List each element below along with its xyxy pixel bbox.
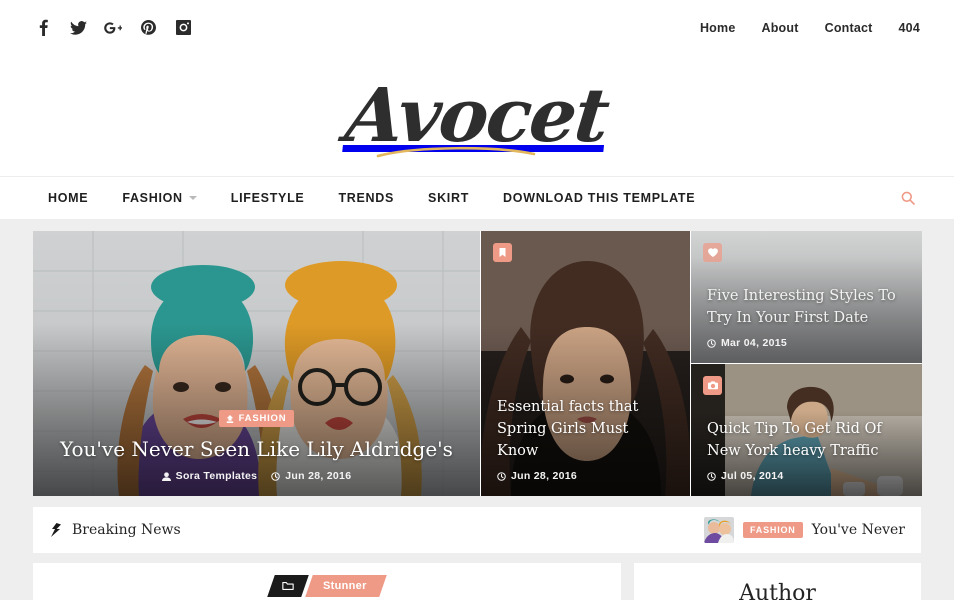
featured-grid: FASHION You've Never Seen Like Lily Aldr… — [33, 231, 922, 496]
site-logo-text: Avocet — [341, 72, 613, 159]
top-navigation: Home About Contact 404 — [700, 21, 920, 35]
featured-top-right-title: Five Interesting Styles To Try In Your F… — [707, 288, 896, 326]
sidebar: Author — [634, 563, 921, 600]
featured-main-meta: FASHION You've Never Seen Like Lily Aldr… — [33, 410, 480, 497]
top-nav-item-home[interactable]: Home — [700, 21, 736, 35]
menu-item-download-label: DOWNLOAD THIS TEMPLATE — [503, 191, 696, 205]
site-logo[interactable]: Avocet — [342, 73, 612, 159]
lower-content: Stunner Author — [33, 563, 921, 600]
instagram-icon[interactable] — [174, 19, 192, 37]
featured-bottom-right-meta: Quick Tip To Get Rid Of New York heavy T… — [691, 418, 922, 496]
social-links — [34, 19, 192, 37]
menu-item-home-label: HOME — [48, 191, 89, 205]
facebook-icon[interactable] — [34, 19, 52, 37]
breaking-news-category[interactable]: FASHION — [743, 522, 803, 538]
top-nav-item-404[interactable]: 404 — [899, 21, 920, 35]
main-menu: HOME FASHION LIFESTYLE TRENDS SKIRT DOWN… — [34, 191, 712, 205]
featured-middle-title: Essential facts that Spring Girls Must K… — [497, 399, 639, 459]
post-category-ribbon[interactable]: Stunner — [267, 575, 387, 597]
bookmark-icon[interactable] — [493, 243, 512, 262]
category-icon — [226, 414, 233, 423]
site-header: Avocet — [0, 55, 954, 176]
breaking-news-label: Breaking News — [49, 522, 181, 538]
post-category-label: Stunner — [305, 575, 387, 597]
menu-item-trends[interactable]: TRENDS — [321, 191, 411, 205]
featured-middle-date-label: Jun 28, 2016 — [511, 470, 578, 482]
featured-bottom-right-info: Jul 05, 2014 — [707, 470, 906, 482]
breaking-news-label-text: Breaking News — [72, 522, 181, 538]
featured-bottom-right-title: Quick Tip To Get Rid Of New York heavy T… — [707, 421, 882, 459]
post-category-text: Stunner — [323, 580, 367, 592]
featured-top-right-card[interactable]: Five Interesting Styles To Try In Your F… — [691, 231, 922, 363]
heart-icon[interactable] — [703, 243, 722, 262]
menu-item-trends-label: TRENDS — [338, 191, 395, 205]
featured-main-category-label: FASHION — [238, 413, 287, 424]
featured-bottom-right-card[interactable]: Quick Tip To Get Rid Of New York heavy T… — [691, 364, 922, 496]
clock-icon — [707, 471, 716, 481]
camera-icon[interactable] — [703, 376, 722, 395]
featured-middle-date: Jun 28, 2016 — [497, 470, 577, 482]
featured-top-right-meta: Five Interesting Styles To Try In Your F… — [691, 285, 922, 363]
breaking-news-thumbnail — [704, 517, 734, 543]
tag-icon — [267, 575, 309, 597]
breaking-news-item[interactable]: FASHION You've Never — [704, 517, 905, 543]
menu-item-lifestyle[interactable]: LIFESTYLE — [214, 191, 322, 205]
breaking-news-bar: Breaking News FASHION You've Never — [33, 507, 921, 553]
featured-bottom-right-date: Jul 05, 2014 — [707, 470, 784, 482]
featured-top-right-info: Mar 04, 2015 — [707, 337, 906, 349]
post-card: Stunner — [33, 563, 621, 600]
breaking-news-title[interactable]: You've Never — [812, 522, 905, 538]
featured-top-right-date-label: Mar 04, 2015 — [721, 337, 788, 349]
menu-item-home[interactable]: HOME — [34, 191, 105, 205]
featured-main-card[interactable]: FASHION You've Never Seen Like Lily Aldr… — [33, 231, 480, 496]
chevron-down-icon — [188, 196, 197, 200]
featured-main-author: Sora Templates — [161, 470, 258, 482]
menu-item-skirt[interactable]: SKIRT — [411, 191, 486, 205]
menu-item-skirt-label: SKIRT — [428, 191, 470, 205]
google-plus-icon[interactable] — [104, 19, 122, 37]
sidebar-widget-title: Author — [739, 581, 816, 600]
logo-swoosh-icon — [376, 146, 536, 157]
featured-bottom-right-date-label: Jul 05, 2014 — [721, 470, 784, 482]
featured-main-title: You've Never Seen Like Lily Aldridge's — [60, 437, 453, 461]
top-bar: Home About Contact 404 — [0, 0, 954, 55]
clock-icon — [271, 471, 281, 481]
menu-item-download-this-template[interactable]: DOWNLOAD THIS TEMPLATE — [486, 191, 712, 205]
menu-item-fashion[interactable]: FASHION — [105, 191, 213, 205]
featured-main-date-label: Jun 28, 2016 — [285, 470, 352, 482]
menu-item-lifestyle-label: LIFESTYLE — [230, 191, 305, 205]
featured-main-category[interactable]: FASHION — [218, 410, 295, 427]
featured-middle-card[interactable]: Essential facts that Spring Girls Must K… — [481, 231, 690, 496]
top-nav-item-about[interactable]: About — [761, 21, 798, 35]
featured-middle-meta: Essential facts that Spring Girls Must K… — [481, 396, 690, 496]
featured-main-info: Sora Templates Jun 28, 2016 — [33, 470, 480, 482]
search-icon[interactable] — [896, 186, 920, 210]
featured-section: FASHION You've Never Seen Like Lily Aldr… — [0, 220, 954, 496]
menu-item-fashion-label: FASHION — [122, 191, 183, 205]
featured-top-right-date: Mar 04, 2015 — [707, 337, 787, 349]
main-menu-bar: HOME FASHION LIFESTYLE TRENDS SKIRT DOWN… — [0, 176, 954, 220]
featured-main-author-label: Sora Templates — [175, 470, 258, 482]
featured-main-date: Jun 28, 2016 — [271, 470, 351, 482]
pinterest-icon[interactable] — [139, 19, 157, 37]
bolt-icon — [51, 523, 61, 537]
top-nav-item-contact[interactable]: Contact — [825, 21, 873, 35]
clock-icon — [707, 338, 716, 348]
twitter-icon[interactable] — [69, 19, 87, 37]
clock-icon — [497, 471, 506, 481]
user-icon — [161, 471, 171, 481]
featured-middle-info: Jun 28, 2016 — [497, 470, 674, 482]
